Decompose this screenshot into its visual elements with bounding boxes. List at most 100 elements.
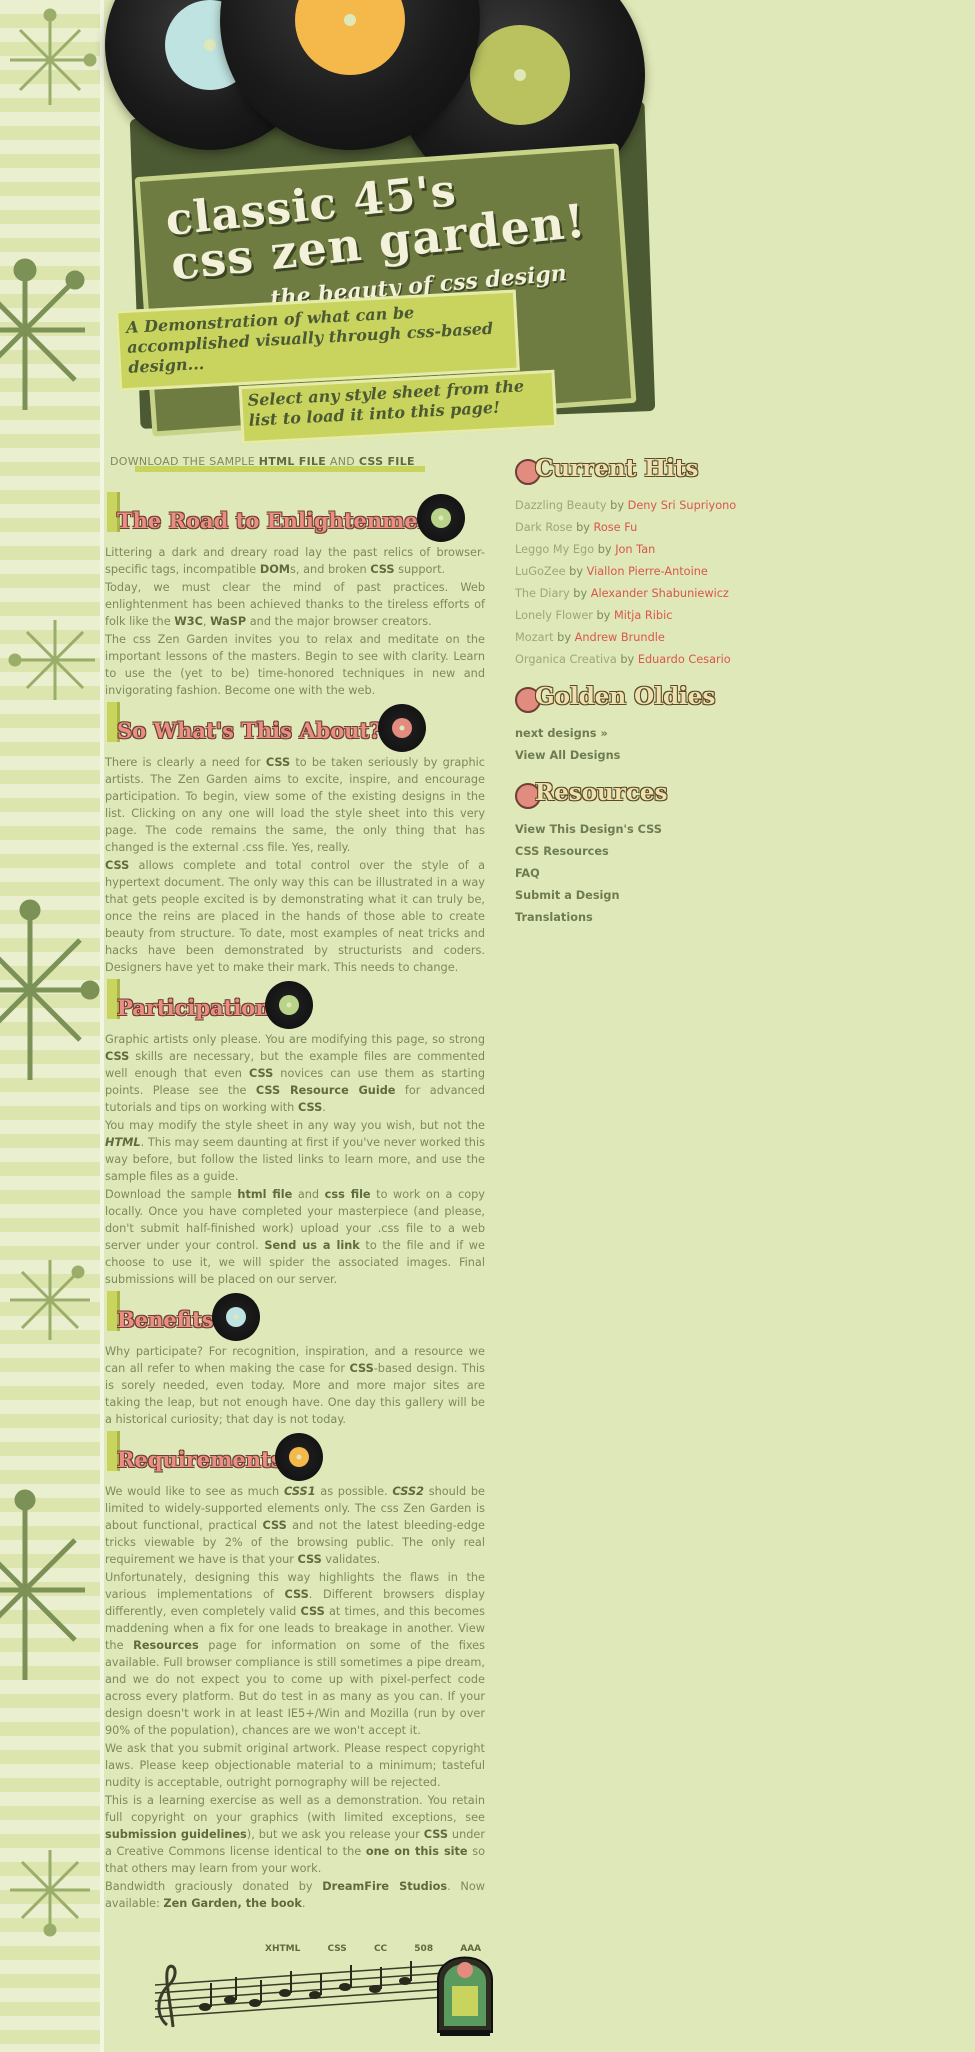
section-header: Requirements... <box>105 1429 485 1481</box>
record-icon <box>378 704 426 752</box>
html-file-link[interactable]: HTML FILE <box>259 455 326 468</box>
author-link[interactable]: Jon Tan <box>615 543 655 556</box>
section-requirements: Requirements... We would like to see as … <box>105 1429 485 1912</box>
section-header: Participation... <box>105 977 485 1029</box>
paragraph: Littering a dark and dreary road lay the… <box>105 546 485 576</box>
w3c-link[interactable]: W3C <box>174 615 203 628</box>
list-item: LuGoZee by Viallon Pierre-Antoine <box>515 565 708 578</box>
author-link[interactable]: Alexander Shabuniewicz <box>591 587 729 600</box>
list-item: Mozart by Andrew Brundle <box>515 631 665 644</box>
faq-link[interactable]: FAQ <box>515 863 745 885</box>
paragraph: Unfortunately, designing this way highli… <box>105 1571 486 1737</box>
section-header: So What's This About? <box>105 700 485 752</box>
view-all-designs-link[interactable]: View All Designs <box>515 745 745 767</box>
xhtml-validator-link[interactable]: XHTML <box>265 1944 300 1954</box>
section-about: So What's This About? There is clearly a… <box>105 700 485 976</box>
list-item: Leggo My Ego by Jon Tan <box>515 543 656 556</box>
paragraph: Download the sample html file and css fi… <box>105 1188 485 1286</box>
next-designs-link[interactable]: next designs » <box>515 723 745 745</box>
zen-book-link[interactable]: Zen Garden, the book <box>163 1897 301 1910</box>
golden-oldies-title: Golden Oldies <box>535 683 716 710</box>
submit-design-link[interactable]: Submit a Design <box>515 885 745 907</box>
css-file-link[interactable]: CSS FILE <box>359 455 415 468</box>
strip-edge <box>100 0 104 2052</box>
paragraph: There is clearly a need for CSS to be ta… <box>105 756 485 854</box>
section-road: The Road to Enlightenment Littering a da… <box>105 490 485 699</box>
paragraph: Today, we must clear the mind of past pr… <box>105 581 485 628</box>
resources-link[interactable]: Resources <box>133 1639 199 1652</box>
list-item: Dark Rose by Rose Fu <box>515 521 638 534</box>
paragraph: You may modify the style sheet in any wa… <box>105 1119 485 1183</box>
paragraph: This is a learning exercise as well as a… <box>105 1794 486 1875</box>
author-link[interactable]: Mitja Ribic <box>614 609 672 622</box>
section-title: So What's This About? <box>117 718 382 743</box>
section-participation: Participation... Graphic artists only pl… <box>105 977 485 1288</box>
record-icon <box>265 981 313 1029</box>
record-hole <box>204 39 216 51</box>
sidebar: Current Hits Dazzling Beauty by Deny Sri… <box>515 455 745 929</box>
html-file-inline-link[interactable]: html file <box>237 1188 292 1201</box>
paragraph: We ask that you submit original artwork.… <box>105 1742 485 1789</box>
record-icon <box>212 1293 260 1341</box>
left-decorative-strip <box>0 0 100 2052</box>
download-line: DOWNLOAD THE SAMPLE HTML FILE AND CSS FI… <box>110 455 415 468</box>
resources-header: Resources <box>515 779 745 813</box>
design-link[interactable]: Mozart <box>515 631 554 644</box>
paragraph: Bandwidth graciously donated by DreamFir… <box>105 1880 485 1910</box>
main-content: The Road to Enlightenment Littering a da… <box>105 490 485 1913</box>
css-resource-guide-link[interactable]: CSS Resource Guide <box>256 1084 396 1097</box>
author-link[interactable]: Rose Fu <box>594 521 638 534</box>
css-file-inline-link[interactable]: css file <box>325 1188 371 1201</box>
dreamfire-link[interactable]: DreamFire Studios <box>322 1880 447 1893</box>
record-label <box>295 0 405 75</box>
record-hole <box>514 69 526 81</box>
music-staff-icon <box>154 1961 446 2028</box>
section-title: The Road to Enlightenment <box>117 508 443 533</box>
design-link[interactable]: Lonely Flower <box>515 609 593 622</box>
resources-title: Resources <box>535 779 668 806</box>
page-header: classic 45's css zen garden! the beauty … <box>105 0 656 445</box>
css-validator-link[interactable]: CSS <box>327 1944 346 1954</box>
section-header: The Road to Enlightenment <box>105 490 485 542</box>
wasp-link[interactable]: WaSP <box>210 615 246 628</box>
cc-license-link[interactable]: CC <box>374 1944 387 1954</box>
list-item: Dazzling Beauty by Deny Sri Supriyono <box>515 499 737 512</box>
author-link[interactable]: Deny Sri Supriyono <box>628 499 737 512</box>
atomic-star-pattern <box>0 8 100 1937</box>
paragraph: We would like to see as much CSS1 as pos… <box>105 1485 485 1566</box>
section-header: Benefits... <box>105 1289 485 1341</box>
record-icon <box>275 1433 323 1481</box>
design-link[interactable]: Leggo My Ego <box>515 543 594 556</box>
view-design-css-link[interactable]: View This Design's CSS <box>515 819 745 841</box>
jukebox-icon <box>437 1956 493 2036</box>
paragraph: Graphic artists only please. You are mod… <box>105 1033 485 1114</box>
list-item: Organica Creativa by Eduardo Cesario <box>515 653 731 666</box>
record-hole <box>344 14 356 26</box>
design-link[interactable]: LuGoZee <box>515 565 566 578</box>
submission-guidelines-link[interactable]: submission guidelines <box>105 1828 247 1841</box>
design-link[interactable]: Organica Creativa <box>515 653 617 666</box>
author-link[interactable]: Eduardo Cesario <box>638 653 731 666</box>
current-hits-title: Current Hits <box>535 455 699 482</box>
download-prefix: DOWNLOAD THE SAMPLE <box>110 455 259 468</box>
paragraph: CSS allows complete and total control ov… <box>105 859 485 974</box>
design-link[interactable]: Dark Rose <box>515 521 573 534</box>
list-item: The Diary by Alexander Shabuniewicz <box>515 587 729 600</box>
current-hits-header: Current Hits <box>515 455 745 489</box>
design-link[interactable]: Dazzling Beauty <box>515 499 607 512</box>
translations-link[interactable]: Translations <box>515 907 745 929</box>
author-link[interactable]: Andrew Brundle <box>575 631 665 644</box>
current-hits-list: Dazzling Beauty by Deny Sri Supriyono Da… <box>515 495 745 671</box>
paragraph: The css Zen Garden invites you to relax … <box>105 633 485 697</box>
send-link-link[interactable]: Send us a link <box>264 1239 359 1252</box>
record-icon <box>417 494 465 542</box>
download-and: AND <box>326 455 359 468</box>
paragraph: Why participate? For recognition, inspir… <box>105 1345 486 1426</box>
section-benefits: Benefits... Why participate? For recogni… <box>105 1289 485 1428</box>
author-link[interactable]: Viallon Pierre-Antoine <box>587 565 708 578</box>
golden-oldies-header: Golden Oldies <box>515 683 745 717</box>
design-link[interactable]: The Diary <box>515 587 570 600</box>
css-resources-link[interactable]: CSS Resources <box>515 841 745 863</box>
list-item: Lonely Flower by Mitja Ribic <box>515 609 673 622</box>
license-link[interactable]: one on this site <box>366 1845 468 1858</box>
